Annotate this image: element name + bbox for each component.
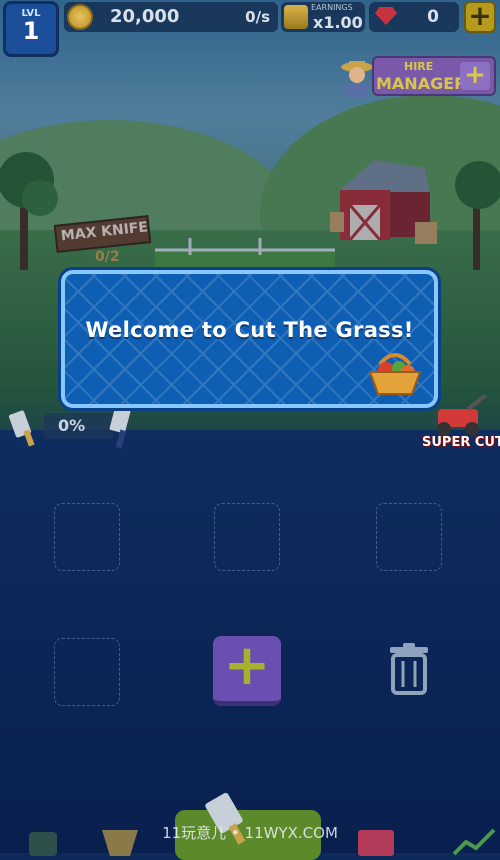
knife-next-icon bbox=[109, 406, 131, 449]
welcome-dialog[interactable]: Welcome to Cut The Grass! bbox=[61, 270, 438, 408]
merge-slot-2[interactable] bbox=[214, 503, 280, 571]
basket-icon bbox=[368, 353, 422, 395]
add-gems-button[interactable]: + bbox=[464, 1, 496, 33]
coin-rate: 0/s bbox=[245, 8, 270, 26]
coin-counter: 20,000 0/s bbox=[64, 2, 278, 32]
add-knife-button[interactable]: + bbox=[213, 636, 281, 706]
knife-icon bbox=[8, 410, 35, 447]
welcome-message: Welcome to Cut The Grass! bbox=[85, 318, 414, 342]
level-badge[interactable]: LVL 1 bbox=[3, 1, 59, 57]
gem-value: 0 bbox=[427, 7, 439, 27]
merge-slot-4[interactable] bbox=[54, 638, 120, 706]
earnings-label: EARNINGS bbox=[311, 3, 353, 12]
earnings-value: x1.00 bbox=[313, 13, 363, 32]
coin-icon bbox=[67, 4, 93, 30]
hire-plus-icon: + bbox=[460, 62, 490, 90]
coin-value: 20,000 bbox=[110, 6, 180, 27]
earnings-icon bbox=[284, 5, 308, 29]
merge-slot-3[interactable] bbox=[376, 503, 442, 571]
hire-label: HIRE bbox=[404, 60, 434, 73]
trash-icon[interactable] bbox=[388, 643, 430, 695]
gem-icon bbox=[375, 7, 397, 25]
cut-progress: 0% bbox=[44, 413, 114, 439]
manager-label: MANAGER bbox=[376, 74, 467, 93]
farmer-icon[interactable] bbox=[340, 58, 374, 98]
super-cut-label: SUPER CUT bbox=[422, 435, 500, 450]
merge-slot-1[interactable] bbox=[54, 503, 120, 571]
hire-manager-button[interactable]: HIRE MANAGER + bbox=[372, 56, 496, 96]
earnings-multiplier[interactable]: EARNINGS x1.00 bbox=[281, 2, 365, 32]
watermark: 11玩意儿 • 11WYX.COM bbox=[162, 824, 338, 842]
level-value: 1 bbox=[22, 17, 40, 45]
gem-counter: 0 bbox=[369, 2, 459, 32]
